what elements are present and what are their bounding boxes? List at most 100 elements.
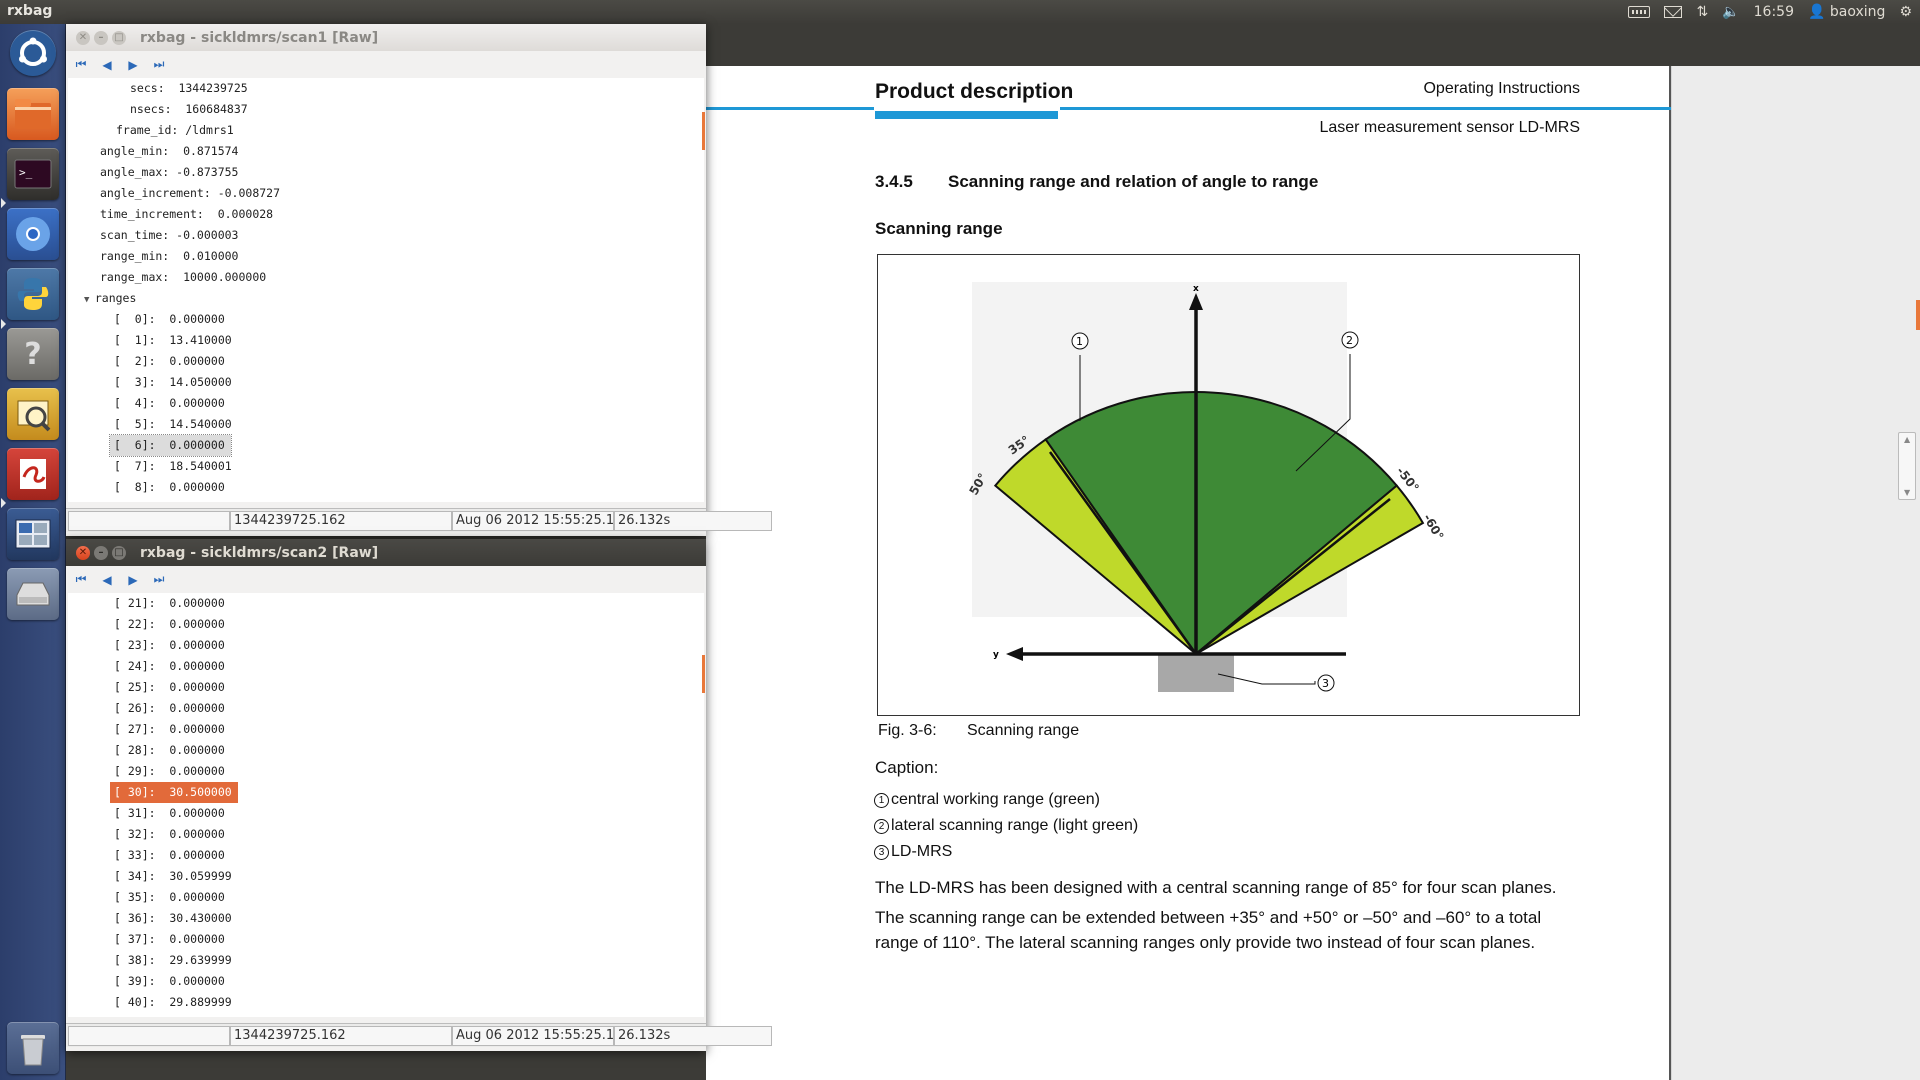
tree-row[interactable]: [ 21]: 0.000000 xyxy=(110,593,231,614)
tree-row[interactable]: scan_time: -0.000003 xyxy=(96,225,244,246)
message-tree[interactable]: secs: 1344239725 nsecs: 160684837 frame_id… xyxy=(68,78,704,502)
document-viewer-margin xyxy=(1672,66,1920,1080)
expander-icon[interactable]: ▼ xyxy=(84,295,95,305)
tree-row[interactable]: [ 6]: 0.000000 xyxy=(109,434,232,457)
tree-row-text: time_increment: 0.000028 xyxy=(100,207,274,221)
tree-row[interactable]: [ 3]: 14.050000 xyxy=(110,372,238,393)
document-viewer-launcher[interactable] xyxy=(7,448,59,500)
tree-row[interactable]: angle_increment: -0.008727 xyxy=(96,183,286,204)
scroll-down-icon[interactable]: ▼ xyxy=(1904,488,1910,497)
tree-row[interactable]: angle_min: 0.871574 xyxy=(96,141,244,162)
trash-launcher[interactable] xyxy=(7,1022,59,1074)
tree-row[interactable]: [ 28]: 0.000000 xyxy=(110,740,231,761)
first-message-button[interactable]: ⏮ xyxy=(74,572,88,587)
tree-row[interactable]: [ 37]: 0.000000 xyxy=(110,929,231,950)
tree-row[interactable]: [ 25]: 0.000000 xyxy=(110,677,231,698)
tree-row-text: [ 35]: 0.000000 xyxy=(114,890,225,904)
close-button[interactable]: ✕ xyxy=(76,545,90,560)
image-viewer-launcher[interactable] xyxy=(7,388,59,440)
tree-row[interactable]: [ 39]: 0.000000 xyxy=(110,971,231,992)
vertical-scrollbar[interactable]: ▲ ▼ xyxy=(1898,432,1916,500)
message-tree[interactable]: [ 21]: 0.000000 [ 22]: 0.000000 [ 23]: 0.0… xyxy=(68,593,704,1017)
tree-row[interactable]: frame_id: /ldmrs1 xyxy=(112,120,240,141)
tree-row[interactable]: [ 30]: 30.500000 xyxy=(110,782,238,803)
tree-row-text: ranges xyxy=(94,291,137,305)
tree-row[interactable]: [ 22]: 0.000000 xyxy=(110,614,231,635)
section-title: Product description xyxy=(875,80,1074,103)
next-message-button[interactable]: ▶ xyxy=(126,573,140,587)
mail-icon[interactable] xyxy=(1664,6,1683,18)
previous-message-button[interactable]: ◀ xyxy=(100,58,114,72)
tree-row[interactable]: [ 27]: 0.000000 xyxy=(110,719,231,740)
minimize-button[interactable]: – xyxy=(94,30,108,45)
network-icon[interactable]: ⇅ xyxy=(1696,4,1708,20)
minimize-button[interactable]: – xyxy=(94,545,108,560)
tree-row[interactable]: [ 38]: 29.639999 xyxy=(110,950,238,971)
tree-row[interactable]: [ 32]: 0.000000 xyxy=(110,824,231,845)
tree-row[interactable]: [ 7]: 18.540001 xyxy=(110,456,238,477)
window-titlebar[interactable]: ✕ – □ rxbag - sickldmrs/scan1 [Raw] xyxy=(66,24,706,51)
header-rule-accent xyxy=(875,111,1058,119)
files-launcher[interactable] xyxy=(7,88,59,140)
tree-row-text: angle_min: 0.871574 xyxy=(100,144,239,158)
tree-row[interactable]: [ 31]: 0.000000 xyxy=(110,803,231,824)
tree-row[interactable]: time_increment: 0.000028 xyxy=(96,204,279,225)
tree-row-text: scan_time: -0.000003 xyxy=(100,228,239,242)
tree-row-text: [ 4]: 0.000000 xyxy=(114,396,225,410)
terminal-launcher[interactable]: >_ xyxy=(7,148,59,200)
svg-text:>_: >_ xyxy=(19,166,33,179)
user-menu[interactable]: 👤 baoxing xyxy=(1808,4,1885,20)
tree-row[interactable]: range_max: 10000.000000 xyxy=(96,267,272,288)
tree-row[interactable]: [ 8]: 0.000000 xyxy=(110,477,231,498)
last-message-button[interactable]: ⏭ xyxy=(152,57,166,72)
tree-row[interactable]: [ 4]: 0.000000 xyxy=(110,393,231,414)
tree-row[interactable]: [ 24]: 0.000000 xyxy=(110,656,231,677)
chromium-launcher[interactable] xyxy=(7,208,59,260)
window-titlebar[interactable]: ✕ – □ rxbag - sickldmrs/scan2 [Raw] xyxy=(66,539,706,566)
user-icon: 👤 xyxy=(1808,4,1826,20)
next-message-button[interactable]: ▶ xyxy=(126,58,140,72)
python-launcher[interactable] xyxy=(7,268,59,320)
tree-row[interactable]: [ 35]: 0.000000 xyxy=(110,887,231,908)
tree-row[interactable]: angle_max: -0.873755 xyxy=(96,162,244,183)
drive-launcher[interactable] xyxy=(7,568,59,620)
tree-row[interactable]: [ 29]: 0.000000 xyxy=(110,761,231,782)
maximize-button[interactable]: □ xyxy=(112,30,126,45)
tree-row[interactable]: [ 2]: 0.000000 xyxy=(110,351,231,372)
tree-row[interactable]: [ 23]: 0.000000 xyxy=(110,635,231,656)
tree-row-text: range_max: 10000.000000 xyxy=(100,270,267,284)
volume-icon[interactable]: 🔈 xyxy=(1722,4,1739,20)
help-launcher[interactable]: ? xyxy=(7,328,59,380)
trash-icon xyxy=(21,1035,45,1066)
clock[interactable]: 16:59 xyxy=(1754,4,1794,20)
tree-row[interactable]: [ 5]: 14.540000 xyxy=(110,414,238,435)
tree-row[interactable]: nsecs: 160684837 xyxy=(126,99,254,120)
tree-row[interactable]: [ 33]: 0.000000 xyxy=(110,845,231,866)
tree-row[interactable]: [ 36]: 30.430000 xyxy=(110,908,238,929)
tree-row[interactable]: range_min: 0.010000 xyxy=(96,246,244,267)
tree-row-text: [ 1]: 13.410000 xyxy=(114,333,232,347)
tree-row[interactable]: [ 26]: 0.000000 xyxy=(110,698,231,719)
dash-button[interactable] xyxy=(10,30,56,76)
tree-row[interactable]: [ 1]: 13.410000 xyxy=(110,330,238,351)
tree-row-text: [ 40]: 29.889999 xyxy=(114,995,232,1009)
previous-message-button[interactable]: ◀ xyxy=(100,573,114,587)
workspace-switcher-launcher[interactable] xyxy=(7,508,59,560)
gear-icon[interactable]: ⚙ xyxy=(1899,4,1912,20)
maximize-button[interactable]: □ xyxy=(112,545,126,560)
first-message-button[interactable]: ⏮ xyxy=(74,57,88,72)
scroll-up-icon[interactable]: ▲ xyxy=(1904,435,1910,444)
tree-row[interactable]: [ 34]: 30.059999 xyxy=(110,866,238,887)
tree-row[interactable]: ▼ ranges xyxy=(80,288,142,309)
tree-row[interactable]: [ 0]: 0.000000 xyxy=(110,309,231,330)
subsection-title: Scanning range and relation of angle to … xyxy=(948,172,1319,191)
last-message-button[interactable]: ⏭ xyxy=(152,572,166,587)
y-axis-arrow xyxy=(1006,647,1023,661)
keyboard-icon[interactable] xyxy=(1628,6,1651,18)
tree-row[interactable]: [ 40]: 29.889999 xyxy=(110,992,238,1013)
caption-number: 2 xyxy=(874,818,889,834)
tree-row-text: [ 7]: 18.540001 xyxy=(114,459,232,473)
tree-row[interactable]: secs: 1344239725 xyxy=(126,78,254,99)
window-title: rxbag - sickldmrs/scan1 [Raw] xyxy=(140,29,379,46)
close-button[interactable]: ✕ xyxy=(76,30,90,45)
